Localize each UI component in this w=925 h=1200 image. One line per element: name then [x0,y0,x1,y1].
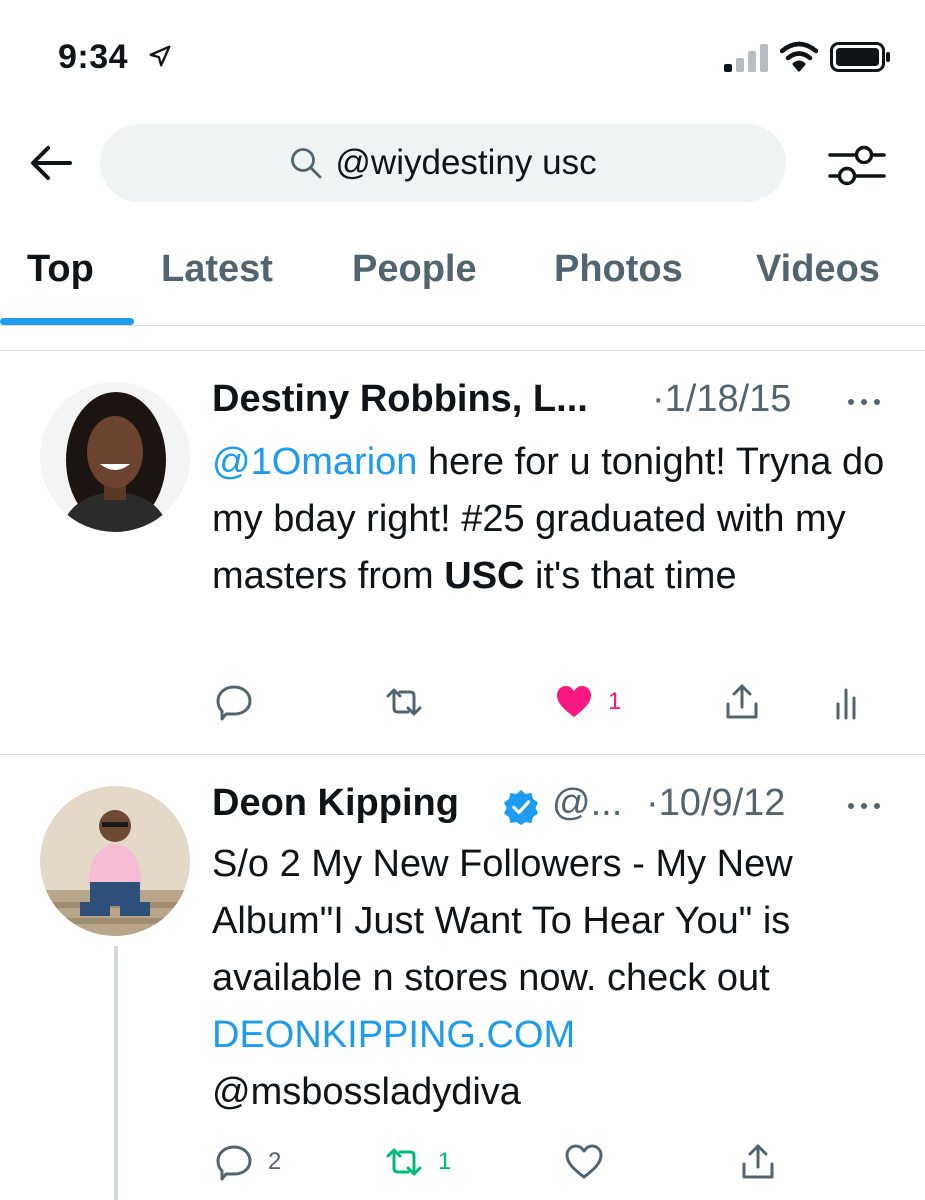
tweet-text-part: S/o 2 My New Followers - My New Album"I … [212,843,793,999]
tweet-header: Deon Kipping [212,782,459,825]
tweet-text: @1Omarion here for u tonight! Tryna do m… [212,434,902,605]
reply-icon [216,685,252,721]
url-link[interactable]: DEONKIPPING.COM [212,1014,575,1056]
more-options-icon[interactable] [846,800,882,812]
retweet-button[interactable] [384,682,424,722]
verified-badge-icon [504,790,538,825]
tab-videos[interactable]: Videos [756,248,880,291]
search-filter-icon[interactable] [826,140,888,190]
avatar[interactable] [40,382,190,532]
wifi-icon [780,41,818,72]
analytics-button[interactable] [826,682,866,722]
retweet-icon [386,688,422,716]
reply-count: 2 [268,1148,282,1175]
search-icon [291,148,322,179]
thread-connector-line [114,946,118,1200]
tab-top[interactable]: Top [27,248,94,291]
like-count: 1 [608,688,622,715]
divider [0,754,925,755]
share-button[interactable] [722,682,762,722]
tweet-handle[interactable]: @... [552,782,622,825]
status-time: 9:34 [58,38,129,76]
mention-link[interactable]: @msbossladydiva [212,1071,521,1113]
tweet-author[interactable]: Deon Kipping [212,782,459,824]
analytics-icon [836,688,856,720]
tab-photos[interactable]: Photos [554,248,683,291]
retweet-icon [386,1148,422,1176]
reply-icon [216,1145,252,1181]
reply-button[interactable] [214,682,254,722]
tweet-text-part: it's that time [524,555,737,597]
search-tabs: Top Latest People Photos Videos [0,236,925,326]
tab-people[interactable]: People [352,248,477,291]
avatar[interactable] [40,786,190,936]
location-arrow-icon [149,45,171,67]
tweet-text: S/o 2 My New Followers - My New Album"I … [212,836,902,1121]
heart-filled-icon [557,686,591,717]
divider [0,350,925,351]
mention-link[interactable]: @1Omarion [212,441,417,483]
retweet-count: 1 [438,1148,452,1175]
search-input[interactable]: @wiydestiny usc [335,143,596,183]
tweet-date[interactable]: ·1/18/15 [652,378,791,421]
back-arrow-icon[interactable] [26,140,76,186]
status-bar: 9:34 [0,0,925,115]
cellular-signal-icon [724,44,768,72]
search-bar[interactable]: @wiydestiny usc [100,124,786,202]
avatar-photo-image [40,786,190,936]
more-options-icon[interactable] [846,396,882,408]
heart-outline-icon [565,1144,603,1179]
tweet-date[interactable]: ·10/9/12 [646,782,785,825]
like-button[interactable]: 1 [554,682,621,722]
retweet-button[interactable]: 1 [384,1142,451,1182]
avatar-photo-image [40,382,190,532]
share-icon [726,684,758,719]
reply-button[interactable]: 2 [214,1142,281,1182]
tab-latest[interactable]: Latest [161,248,273,291]
like-button[interactable] [564,1142,604,1182]
share-button[interactable] [738,1142,778,1182]
tweet-text-highlight: USC [444,555,525,597]
tweet-author[interactable]: Destiny Robbins, L... [212,378,588,420]
share-icon [742,1144,774,1179]
active-tab-indicator [0,318,134,325]
tweet-header: Destiny Robbins, L... [212,378,588,421]
battery-icon [830,42,890,72]
